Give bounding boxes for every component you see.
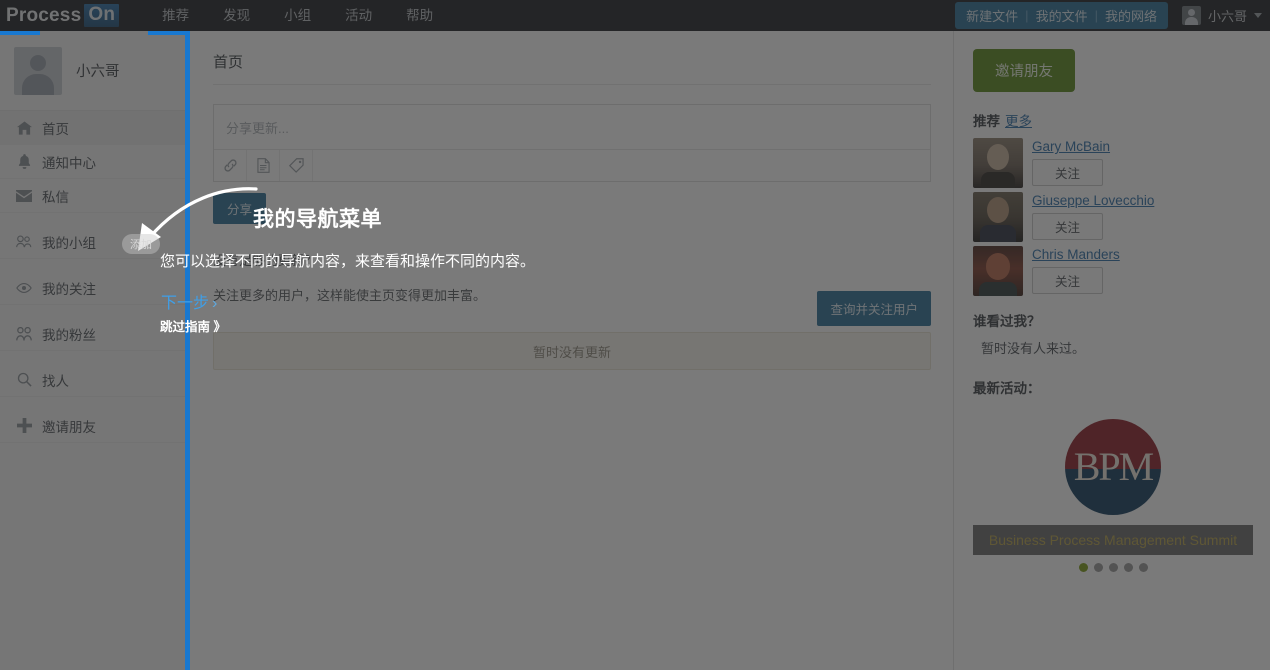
tour-skip-button[interactable]: 跳过指南 》 [160, 316, 226, 335]
add-badge: 添加 [122, 234, 160, 254]
tour-coachmark: 添加 我的导航菜单 您可以选择不同的导航内容，来查看和操作不同的内容。 下一步 ›… [0, 0, 1270, 670]
tour-body-text: 您可以选择不同的导航内容，来查看和操作不同的内容。 [160, 253, 536, 270]
tour-next-button[interactable]: 下一步 › [161, 289, 217, 313]
chevron-right-icon: › [212, 295, 218, 312]
tour-next-label: 下一步 [161, 295, 210, 312]
tour-title: 我的导航菜单 [253, 208, 382, 231]
